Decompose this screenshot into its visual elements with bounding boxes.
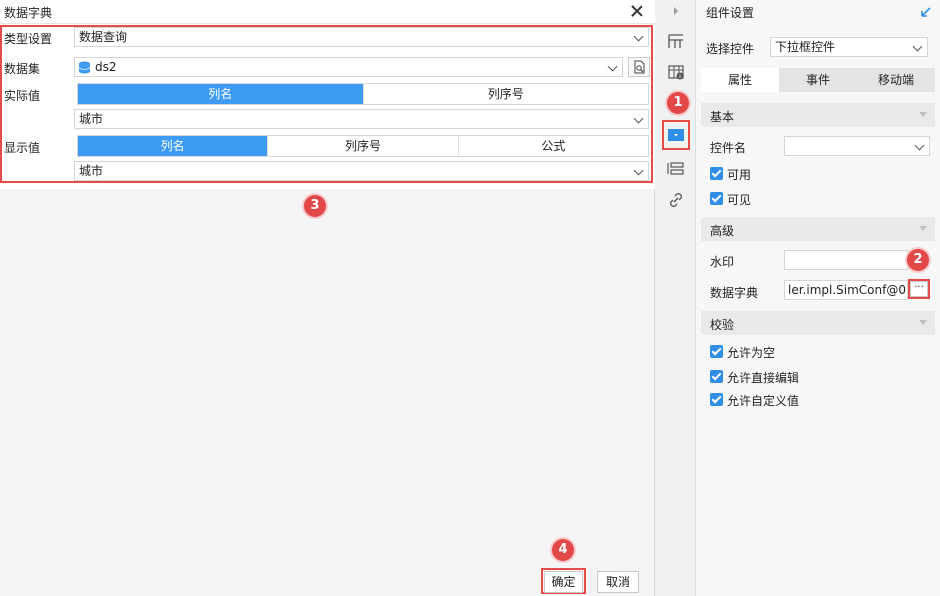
tab-mobile[interactable]: 移动端 (857, 68, 935, 92)
visible-checkbox[interactable] (710, 192, 723, 205)
allow-empty-label: 允许为空 (727, 346, 776, 360)
section-validation-title: 校验 (710, 318, 735, 332)
form-highlight-box (0, 25, 653, 183)
tab-events[interactable]: 事件 (779, 68, 857, 92)
dialog-title-bar: 数据字典 (0, 0, 655, 24)
dialog-title: 数据字典 (4, 6, 53, 20)
cell-info-icon[interactable] (667, 63, 685, 81)
section-basic[interactable]: 基本 (701, 103, 935, 127)
allow-edit-label: 允许直接编辑 (727, 371, 800, 385)
section-validation[interactable]: 校验 (701, 311, 935, 335)
data-dictionary-label: 数据字典 (710, 286, 759, 300)
tab-properties[interactable]: 属性 (701, 68, 779, 92)
control-name-input[interactable] (784, 136, 930, 156)
enabled-checkbox[interactable] (710, 167, 723, 180)
panel-tabs: 属性 事件 移动端 (701, 68, 935, 92)
link-icon[interactable] (667, 191, 685, 209)
collapse-triangle-icon (919, 320, 927, 325)
collapse-arrow-icon[interactable] (671, 2, 681, 20)
control-type-select[interactable]: 下拉框控件 (770, 37, 928, 57)
allow-edit-checkbox[interactable] (710, 370, 723, 383)
section-advanced-title: 高级 (710, 224, 735, 238)
section-advanced[interactable]: 高级 (701, 217, 935, 241)
close-icon[interactable] (629, 3, 645, 19)
data-dictionary-more-button[interactable]: ··· (910, 281, 928, 297)
collapse-triangle-icon (919, 226, 927, 231)
expand-arrow-icon[interactable] (920, 4, 934, 18)
component-settings-panel: 组件设置 选择控件 下拉框控件 属性 事件 移动端 基本 控件名 可用 可见 高… (696, 0, 940, 596)
visible-label: 可见 (727, 193, 752, 207)
cancel-button[interactable]: 取消 (597, 571, 639, 593)
step-badge-3: 3 (304, 195, 326, 217)
dropdown-widget-icon[interactable] (667, 126, 685, 144)
watermark-input[interactable] (784, 250, 908, 270)
allow-custom-label: 允许自定义值 (727, 394, 800, 408)
step-badge-2: 2 (907, 249, 929, 271)
step-badge-1: 1 (667, 92, 689, 114)
control-name-label: 控件名 (710, 141, 747, 155)
collapse-triangle-icon (919, 112, 927, 117)
enabled-label: 可用 (727, 168, 752, 182)
section-basic-title: 基本 (710, 110, 735, 124)
control-type-value: 下拉框控件 (775, 40, 836, 54)
table-layout-icon[interactable] (667, 32, 685, 50)
allow-custom-checkbox[interactable] (710, 393, 723, 406)
select-control-label: 选择控件 (706, 42, 755, 56)
data-dictionary-dialog: 数据字典 类型设置 数据查询 数据集 ds2 实际值 列名 列序号 城市 显示值… (0, 0, 655, 596)
watermark-label: 水印 (710, 255, 735, 269)
allow-empty-checkbox[interactable] (710, 345, 723, 358)
ok-button[interactable]: 确定 (544, 571, 583, 593)
form-layout-icon[interactable] (667, 160, 685, 178)
chevron-down-icon (914, 140, 925, 151)
component-icon-strip: 1 (655, 0, 696, 596)
chevron-down-icon (912, 41, 923, 52)
step-badge-4: 4 (552, 539, 574, 561)
panel-title: 组件设置 (706, 6, 755, 20)
data-dictionary-value-field: ler.impl.SimConf@0]] (784, 280, 908, 300)
data-dictionary-value: ler.impl.SimConf@0]] (788, 283, 908, 297)
